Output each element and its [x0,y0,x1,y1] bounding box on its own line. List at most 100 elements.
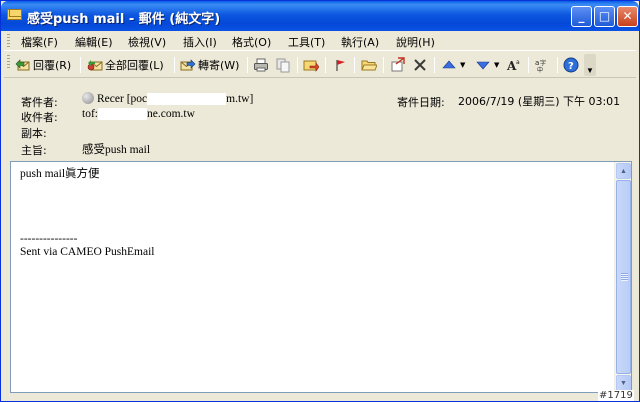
menu-insert[interactable]: 插入(I) [183,34,217,50]
up-arrow-icon [441,57,457,73]
toolbar-separator [80,57,81,73]
to-address-start: tof: [82,108,98,120]
maximize-button[interactable]: □ [594,6,615,27]
font-size-button[interactable]: Aa [506,56,522,74]
sent-date-label: 寄件日期: [397,96,445,109]
forward-button[interactable]: 轉寄(W) [180,56,239,74]
menu-tools[interactable]: 工具(T) [288,34,325,50]
svg-text:a: a [535,59,539,67]
redacted-region [147,93,227,106]
menu-actions[interactable]: 執行(A) [341,34,379,50]
copy-button[interactable] [275,56,291,74]
envelope-icon [7,9,22,20]
svg-text:字: 字 [540,59,546,67]
toolbar-separator [325,57,326,73]
font-size-icon: Aa [506,57,522,73]
svg-text:中: 中 [537,66,543,73]
message-line: push mail眞方便 [20,168,100,180]
menu-file[interactable]: 檔案(F) [21,34,58,50]
thumb-grip [621,273,628,281]
reply-icon [15,57,31,73]
toolbar-separator [528,57,529,73]
message-line: --------------- [20,233,78,245]
toolbar-separator [557,57,558,73]
to-label: 收件者: [21,111,58,124]
print-button[interactable] [253,56,269,74]
svg-text:a: a [516,59,520,66]
message-line [20,181,155,194]
menu-format[interactable]: 格式(O) [232,34,271,50]
subject-label: 主旨: [21,144,47,157]
reply-label: 回覆(R) [33,59,72,72]
svg-text:?: ? [568,61,574,72]
copy-icon [275,57,291,73]
help-button[interactable]: ? [563,56,579,74]
move-button[interactable] [390,56,406,74]
menu-view[interactable]: 檢視(V) [128,34,166,50]
vertical-scrollbar[interactable]: ▲ ▼ [614,162,631,392]
message-line: Sent via CAMEO PushEmail [20,246,155,258]
email-window: 感受push mail - 郵件 (純文字) _ □ ✕ 檔案(F) 編輯(E)… [0,0,640,402]
contact-status-icon [82,92,94,104]
from-label: 寄件者: [21,96,58,109]
message-line [20,194,155,207]
toolbar-separator [383,57,384,73]
watermark-label: #1719 [598,390,634,401]
toolbar-separator [297,57,298,73]
from-value[interactable]: Recer [poc m.tw] [82,92,254,106]
down-arrow-icon [475,57,491,73]
forward-label: 轉寄(W) [198,59,240,72]
from-address-end: m.tw] [226,93,254,105]
move-to-folder-icon [303,57,320,73]
printer-icon [253,57,269,73]
delete-button[interactable] [412,56,428,74]
toolbar-separator [354,57,355,73]
toolbar-separator [174,57,175,73]
toolbar: 回覆(R) 全部回覆(L) 轉寄(W) ▼ ▼ A a a 字 中 ? ▼ [4,52,636,78]
flag-button[interactable] [332,56,348,74]
message-line [20,220,155,233]
next-item-button[interactable]: ▼ [475,56,499,74]
reply-all-icon [87,57,103,73]
menu-grip[interactable] [7,34,10,48]
cc-label: 副本: [21,127,47,140]
to-address-end: ne.com.tw [146,108,195,120]
subject-value: 感受push mail [82,144,151,156]
toolbar-separator [247,57,248,73]
window-title: 感受push mail - 郵件 (純文字) [27,12,221,27]
message-body[interactable]: push mail眞方便 --------------- Sent via CA… [10,161,632,393]
message-header: 寄件者: Recer [poc m.tw] 寄件日期: 2006/7/19 (星期… [4,79,636,159]
encoding-button[interactable]: a字中 [535,56,551,74]
open-folder-button[interactable] [361,56,378,74]
toolbar-grip[interactable] [7,55,10,69]
move-icon [390,57,406,73]
encoding-icon: a字中 [535,57,551,74]
delete-x-icon [412,57,428,73]
minimize-button[interactable]: _ [571,6,592,27]
redacted-region [97,108,147,121]
help-icon: ? [563,57,579,73]
scroll-down-arrow-icon[interactable]: ▼ [616,375,631,391]
scrollbar-thumb[interactable] [616,180,631,374]
toolbar-overflow-chevron-icon[interactable]: ▼ [584,54,596,76]
message-line [20,207,155,220]
scroll-up-arrow-icon[interactable]: ▲ [616,163,631,179]
menu-bar: 檔案(F) 編輯(E) 檢視(V) 插入(I) 格式(O) 工具(T) 執行(A… [4,31,636,51]
message-text[interactable]: push mail眞方便 --------------- Sent via CA… [20,168,155,259]
previous-item-button[interactable]: ▼ [441,56,465,74]
move-to-folder-button[interactable] [303,56,320,74]
forward-icon [180,57,196,73]
open-folder-icon [361,57,378,73]
chevron-down-icon[interactable]: ▼ [494,61,499,69]
menu-edit[interactable]: 編輯(E) [75,34,113,50]
flag-icon [332,57,348,73]
menu-help[interactable]: 說明(H) [396,34,435,50]
toolbar-separator [434,57,435,73]
reply-all-button[interactable]: 全部回覆(L) [87,56,164,74]
to-value[interactable]: tof: ne.com.tw [82,108,195,121]
reply-button[interactable]: 回覆(R) [15,56,71,74]
close-button[interactable]: ✕ [617,6,638,27]
from-address-start: Recer [poc [97,93,148,105]
title-bar[interactable]: 感受push mail - 郵件 (純文字) _ □ ✕ [1,1,639,31]
chevron-down-icon[interactable]: ▼ [460,61,465,69]
